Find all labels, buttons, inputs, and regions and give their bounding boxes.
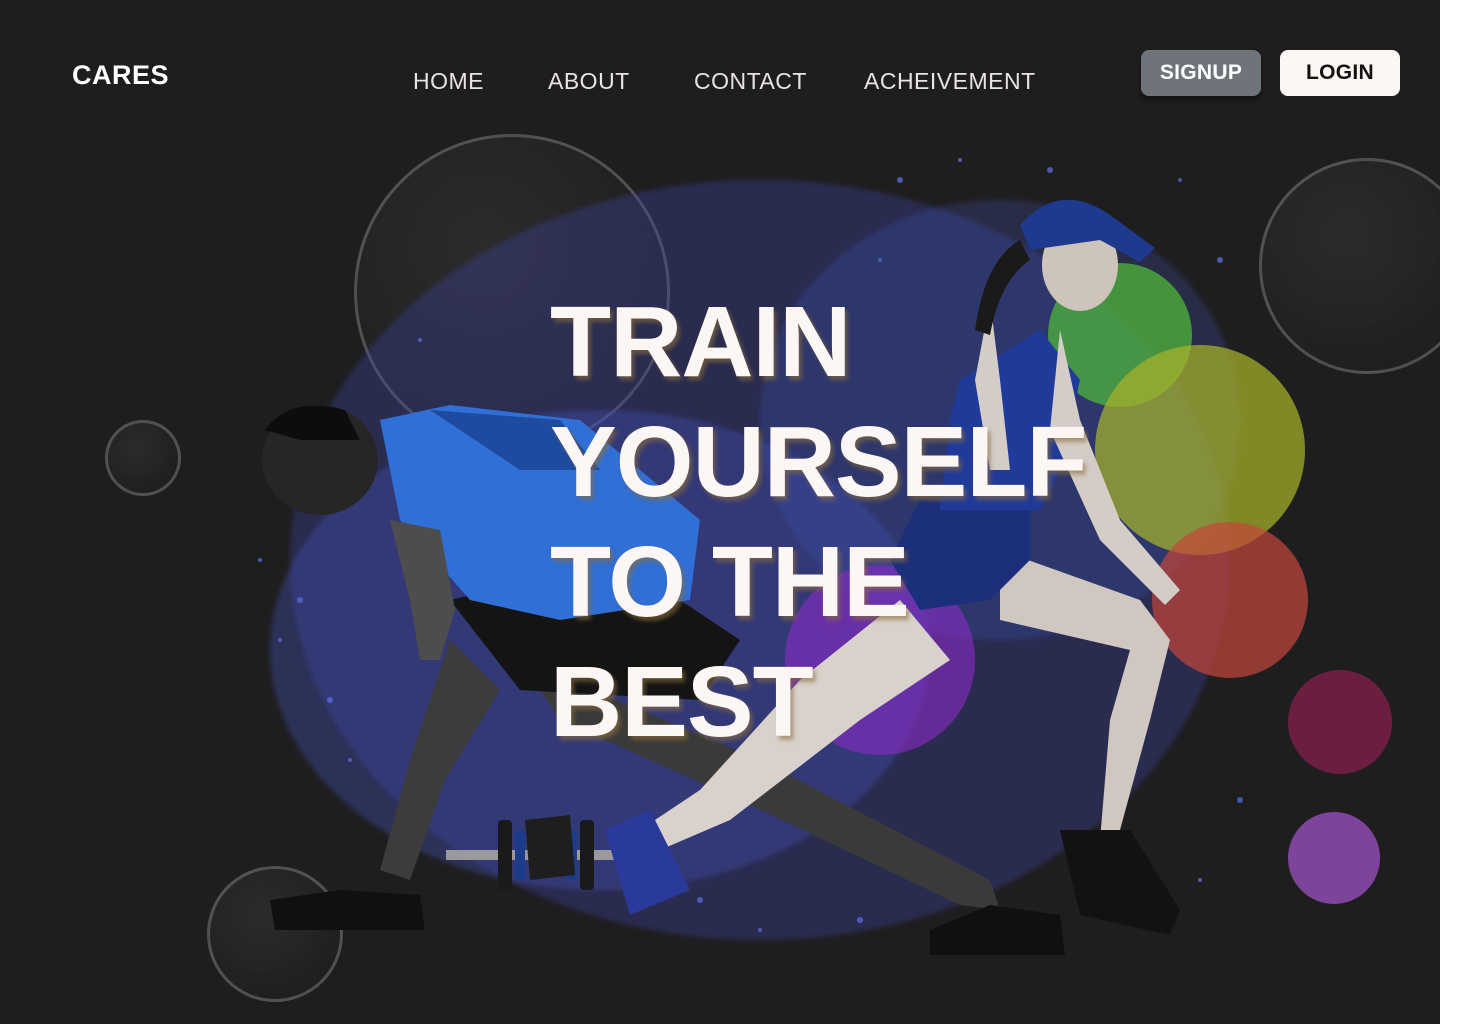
hero-line: TRAIN: [550, 286, 852, 398]
signup-button[interactable]: SIGNUP: [1141, 50, 1261, 96]
nav-item-achievement[interactable]: ACHEIVEMENT: [864, 68, 1036, 95]
landing-page: CARES HOME ABOUT CONTACT ACHEIVEMENT SIG…: [0, 0, 1440, 1024]
brand-logo[interactable]: CARES: [72, 60, 169, 91]
hero-line: YOURSELF: [550, 406, 1087, 518]
login-button[interactable]: LOGIN: [1280, 50, 1400, 96]
hero-line: TO THE: [550, 526, 910, 638]
nav-item-home[interactable]: HOME: [413, 68, 484, 95]
hero-line: BEST: [550, 646, 814, 758]
nav-item-about[interactable]: ABOUT: [548, 68, 630, 95]
nav-item-contact[interactable]: CONTACT: [694, 68, 807, 95]
hero-headline: TRAIN YOURSELF TO THE BEST: [550, 282, 1087, 762]
